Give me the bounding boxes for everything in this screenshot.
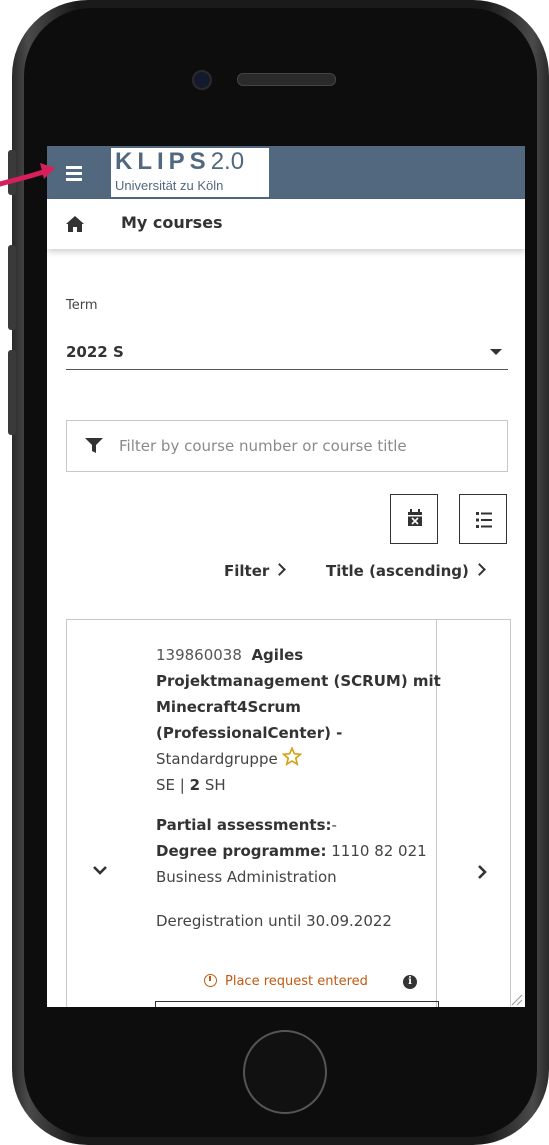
menu-icon — [66, 178, 82, 181]
degree-label: Degree programme: — [156, 842, 327, 860]
star-icon[interactable] — [281, 747, 302, 766]
term-label: Term — [66, 298, 98, 313]
pointer-arrow-icon — [0, 163, 55, 187]
deregistration-date: Deregistration until 30.09.2022 — [156, 912, 392, 930]
menu-button[interactable] — [57, 158, 97, 188]
logo-version: 2.0 — [210, 148, 245, 175]
term-value: 2022 S — [66, 343, 124, 361]
info-icon[interactable]: i — [403, 975, 417, 989]
front-camera — [192, 70, 212, 90]
course-action-button[interactable] — [155, 1001, 439, 1007]
partial-label: Partial assessments: — [156, 816, 332, 834]
course-info[interactable]: 139860038 Agiles Projektmanagement (SCRU… — [156, 642, 441, 934]
app-header: KLIPS2.0 Universität zu Köln — [47, 146, 525, 199]
chevron-right-icon — [473, 563, 486, 576]
course-hours-unit: SH — [204, 776, 226, 794]
dropdown-caret-icon — [490, 349, 502, 355]
side-button — [8, 350, 16, 435]
menu-icon — [66, 166, 82, 169]
course-type-hours: SE | 2 SH — [156, 772, 441, 798]
clock-icon — [204, 974, 217, 987]
home-icon[interactable] — [65, 215, 85, 233]
course-type: SE | — [156, 776, 185, 794]
chevron-right-icon[interactable] — [475, 864, 489, 880]
status-badge: Place request entered — [204, 974, 368, 989]
list-icon — [476, 512, 492, 528]
calendar-button[interactable] — [390, 494, 438, 544]
logo-subtitle: Universität zu Köln — [115, 178, 224, 193]
filter-link-label: Filter — [224, 562, 270, 580]
sort-order-link[interactable]: Title (ascending) — [326, 562, 486, 580]
partial-value: - — [331, 816, 337, 834]
course-hours: 2 — [189, 776, 201, 794]
sort-order-label: Title (ascending) — [326, 562, 469, 580]
page-title: My courses — [121, 213, 223, 232]
chevron-down-icon[interactable] — [91, 862, 109, 878]
filter-funnel-icon — [85, 438, 103, 453]
status-text: Place request entered — [225, 974, 368, 989]
side-button — [8, 245, 16, 330]
list-view-button[interactable] — [459, 494, 507, 544]
resize-grip-icon — [511, 994, 523, 1006]
breadcrumb: My courses — [47, 199, 525, 249]
logo-name: KLIPS — [115, 148, 211, 175]
earpiece-speaker — [237, 73, 336, 86]
logo-title: KLIPS2.0 — [115, 148, 244, 176]
course-filter[interactable] — [66, 420, 508, 472]
klips-logo[interactable]: KLIPS2.0 Universität zu Köln — [111, 148, 269, 197]
chevron-right-icon — [273, 563, 287, 576]
partial-assessments: Partial assessments:- — [156, 812, 441, 838]
filter-input[interactable] — [117, 429, 501, 463]
course-heading: 139860038 Agiles Projektmanagement (SCRU… — [156, 642, 441, 772]
degree-programme: Degree programme: 1110 82 021 Business A… — [156, 838, 441, 890]
course-number: 139860038 — [156, 646, 242, 664]
calendar-icon — [408, 509, 422, 526]
course-group: Standardgruppe — [156, 750, 278, 768]
app-screen: KLIPS2.0 Universität zu Köln My courses … — [47, 146, 525, 1007]
home-button[interactable] — [243, 1030, 327, 1114]
menu-icon — [66, 172, 82, 175]
term-select[interactable]: 2022 S — [66, 334, 508, 370]
filter-link[interactable]: Filter — [224, 562, 287, 580]
